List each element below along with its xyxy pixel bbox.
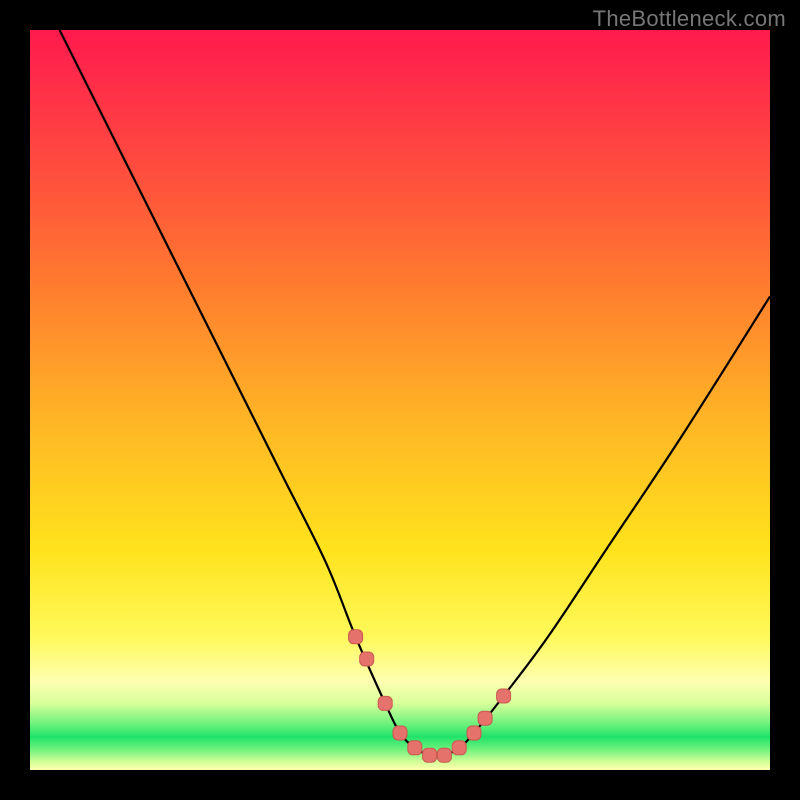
bottleneck-curve-svg [30,30,770,770]
curve-marker [467,726,481,740]
curve-marker [360,652,374,666]
curve-marker [423,748,437,762]
plot-area [30,30,770,770]
watermark-text: TheBottleneck.com [593,6,786,32]
curve-marker [393,726,407,740]
curve-marker [452,741,466,755]
curve-marker [349,630,363,644]
curve-marker [478,711,492,725]
curve-marker [378,696,392,710]
chart-frame: TheBottleneck.com [0,0,800,800]
curve-marker [437,748,451,762]
curve-markers [349,630,511,762]
bottleneck-curve-path [60,30,770,756]
curve-marker [408,741,422,755]
curve-marker [497,689,511,703]
